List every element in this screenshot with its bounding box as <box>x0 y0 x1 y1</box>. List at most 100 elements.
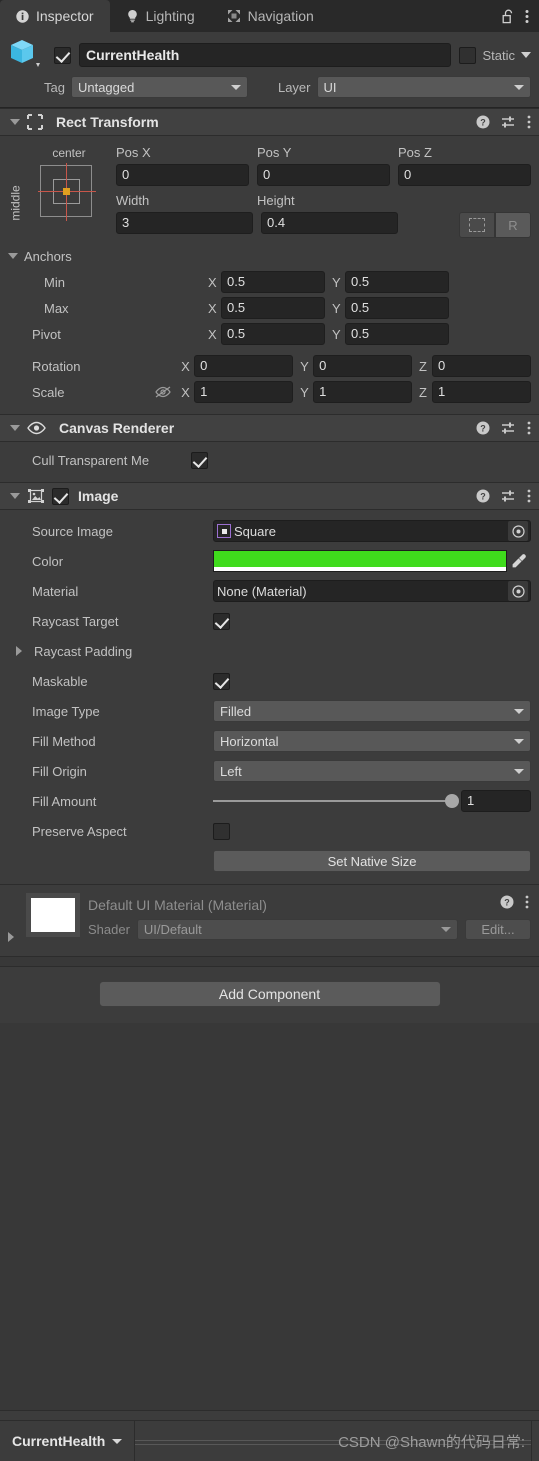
height-input[interactable]: 0.4 <box>261 212 398 234</box>
pivot-x-input[interactable]: 0.5 <box>221 323 325 345</box>
preserve-aspect-checkbox[interactable] <box>213 822 230 840</box>
kebab-menu-icon[interactable] <box>527 489 531 503</box>
pos-y-input[interactable]: 0 <box>257 164 390 186</box>
gameobject-enabled-checkbox[interactable] <box>54 46 71 64</box>
set-native-size-button[interactable]: Set Native Size <box>213 850 531 872</box>
preset-settings-icon[interactable] <box>501 421 516 435</box>
constrain-proportions-off-icon[interactable] <box>154 385 181 399</box>
kebab-menu-icon[interactable] <box>525 895 529 909</box>
anchor-max-y-input[interactable]: 0.5 <box>345 297 449 319</box>
rect-transform-icon <box>27 114 43 130</box>
position-labels-row: Pos X Pos Y Pos Z <box>116 142 531 164</box>
add-component-button[interactable]: Add Component <box>98 981 441 1007</box>
help-icon[interactable]: ? <box>476 421 490 435</box>
eyedropper-icon[interactable] <box>507 553 531 569</box>
rotation-z-input[interactable]: 0 <box>432 355 531 377</box>
breadcrumb-label: CurrentHealth <box>12 1433 106 1449</box>
maskable-label: Maskable <box>32 673 88 689</box>
object-picker-icon[interactable] <box>508 521 528 541</box>
material-foldout-col[interactable] <box>8 893 26 950</box>
slider-knob[interactable] <box>445 794 459 808</box>
image-enabled-checkbox[interactable] <box>52 487 69 505</box>
object-picker-icon[interactable] <box>508 581 528 601</box>
preset-settings-icon[interactable] <box>501 489 516 503</box>
maskable-checkbox[interactable] <box>213 672 230 690</box>
layer-dropdown[interactable]: UI <box>316 76 531 98</box>
material-value: None (Material) <box>217 583 307 599</box>
static-dropdown-caret-icon[interactable] <box>521 52 531 58</box>
preset-settings-icon[interactable] <box>501 115 516 129</box>
slider-track[interactable] <box>213 794 459 808</box>
rotation-y-input[interactable]: 0 <box>313 355 413 377</box>
foldout-arrow-icon[interactable] <box>10 425 20 431</box>
tag-dropdown[interactable]: Untagged <box>70 76 248 98</box>
layer-label: Layer <box>277 79 311 95</box>
tab-inspector[interactable]: Inspector <box>0 0 110 32</box>
anchor-max-x-input[interactable]: 0.5 <box>221 297 325 319</box>
material-foldout-icon[interactable] <box>8 932 18 942</box>
raw-edit-button[interactable]: R <box>495 212 531 238</box>
chevron-down-icon <box>514 84 524 90</box>
rotation-x-input[interactable]: 0 <box>194 355 294 377</box>
raycast-padding-row[interactable]: Raycast Padding <box>8 638 531 664</box>
image-type-dropdown[interactable]: Filled <box>213 700 531 722</box>
pivot-y-input[interactable]: 0.5 <box>345 323 449 345</box>
blueprint-mode-button[interactable] <box>459 212 495 238</box>
component-header-image[interactable]: Image ? <box>0 482 539 510</box>
raycast-padding-foldout-icon[interactable] <box>16 646 26 656</box>
anchor-min-label: Min <box>44 274 65 290</box>
material-field[interactable]: None (Material) <box>213 580 531 602</box>
help-icon[interactable]: ? <box>500 895 514 909</box>
pos-x-input[interactable]: 0 <box>116 164 249 186</box>
tab-navigation[interactable]: Navigation <box>211 0 330 32</box>
component-header-canvas-renderer[interactable]: Canvas Renderer ? <box>0 414 539 442</box>
anchor-diagram[interactable] <box>38 163 96 221</box>
anchor-max-label: Max <box>44 300 69 316</box>
gameobject-name-input[interactable]: CurrentHealth <box>79 43 452 67</box>
color-row: Color <box>8 548 531 574</box>
material-actions: ? <box>500 895 529 909</box>
fill-origin-dropdown[interactable]: Left <box>213 760 531 782</box>
gameobject-cube-icon[interactable] <box>8 38 46 72</box>
fill-method-dropdown[interactable]: Horizontal <box>213 730 531 752</box>
anchor-min-row: Min X 0.5 Y 0.5 <box>8 270 531 294</box>
anchor-preset-widget[interactable]: center middle <box>8 142 116 238</box>
scale-x-input[interactable]: 1 <box>194 381 294 403</box>
component-header-rect-transform[interactable]: Rect Transform ? <box>0 108 539 136</box>
shader-edit-button[interactable]: Edit... <box>465 918 531 940</box>
source-image-field[interactable]: Square <box>213 520 531 542</box>
static-checkbox[interactable] <box>459 46 477 64</box>
tab-lighting[interactable]: Lighting <box>110 0 211 32</box>
color-field[interactable] <box>213 550 507 572</box>
fill-amount-slider[interactable]: 1 <box>213 790 531 812</box>
image-component-icon <box>27 488 45 504</box>
anchor-pivot-dot <box>63 188 70 195</box>
kebab-menu-icon[interactable] <box>525 9 529 24</box>
kebab-menu-icon[interactable] <box>527 421 531 435</box>
image-body: Source Image Square Color Material None … <box>0 510 539 884</box>
foldout-arrow-icon[interactable] <box>10 119 20 125</box>
pos-z-input[interactable]: 0 <box>398 164 531 186</box>
anchors-foldout-icon[interactable] <box>8 253 18 259</box>
anchors-foldout-row[interactable]: Anchors <box>8 244 531 268</box>
cull-transparent-checkbox[interactable] <box>191 451 208 469</box>
help-icon[interactable]: ? <box>476 115 490 129</box>
kebab-menu-icon[interactable] <box>527 115 531 129</box>
scale-y-input[interactable]: 1 <box>313 381 413 403</box>
raycast-target-checkbox[interactable] <box>213 612 230 630</box>
shader-dropdown[interactable]: UI/Default <box>136 918 458 940</box>
breadcrumb[interactable]: CurrentHealth <box>0 1421 136 1461</box>
width-input[interactable]: 3 <box>116 212 253 234</box>
foldout-arrow-icon[interactable] <box>10 493 20 499</box>
fill-method-label: Fill Method <box>32 733 96 749</box>
watermark: CSDN @Shawn的代码日常: <box>135 1421 531 1461</box>
anchor-min-x-input[interactable]: 0.5 <box>221 271 325 293</box>
anchor-min-y-input[interactable]: 0.5 <box>345 271 449 293</box>
anchor-horizontal-label: center <box>52 146 86 160</box>
scale-z-input[interactable]: 1 <box>432 381 531 403</box>
fill-amount-input[interactable]: 1 <box>461 790 531 812</box>
lock-open-icon[interactable] <box>502 9 515 24</box>
color-alpha-bar <box>214 567 506 571</box>
help-icon[interactable]: ? <box>476 489 490 503</box>
pivot-label: Pivot <box>32 326 61 342</box>
